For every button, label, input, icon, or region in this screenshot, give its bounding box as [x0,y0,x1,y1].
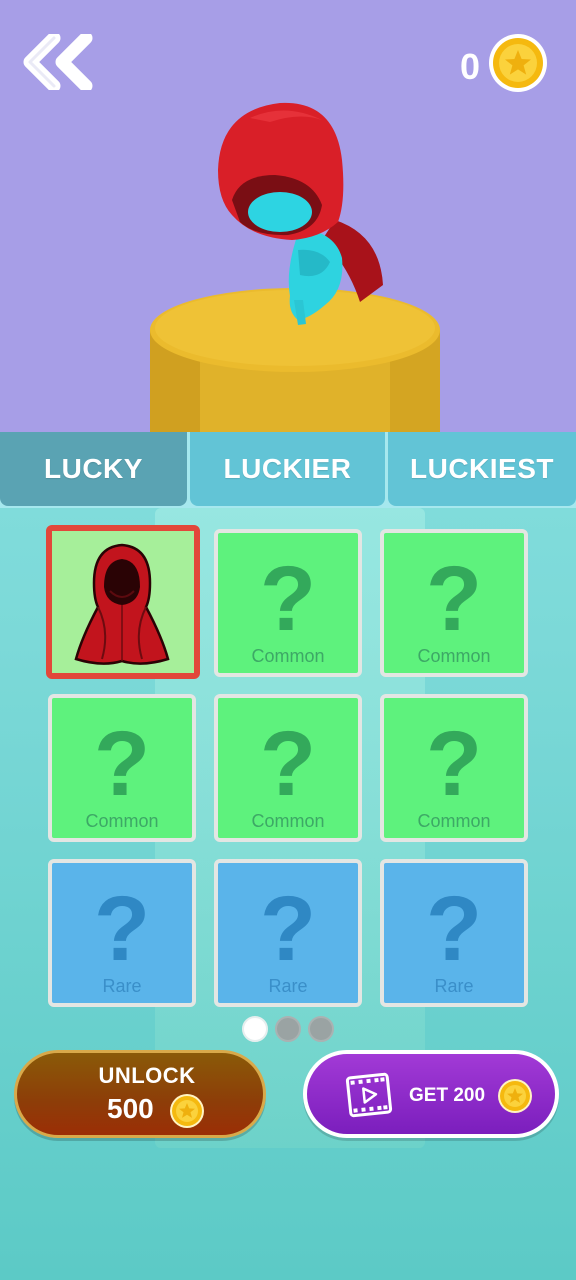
skin-card-rare[interactable]: ? Rare [48,859,196,1007]
rarity-label: Common [251,811,325,831]
double-chevron-left-icon [23,31,93,93]
rarity-label: Common [85,811,159,831]
watch-ad-button[interactable]: GET 200 [303,1050,559,1138]
tab-luckiest[interactable]: LUCKIEST [388,432,576,506]
page-dot-1[interactable] [242,1016,268,1042]
character-preview-stage: 0 [0,0,576,432]
rarity-label: Rare [434,976,474,996]
question-mark-icon: ? [425,713,483,815]
page-indicator [242,1016,334,1042]
rarity-label: Rare [102,976,142,996]
question-mark-icon: ? [259,548,317,650]
back-button[interactable] [22,31,98,93]
question-mark-icon: ? [425,878,483,980]
rarity-label: Rare [268,976,308,996]
unlock-label: UNLOCK [98,1063,196,1088]
skin-card-common[interactable]: ? Common [214,529,362,677]
skin-card-red-hood[interactable] [46,525,200,679]
question-mark-icon: ? [259,713,317,815]
page-dot-3[interactable] [308,1016,334,1042]
skin-card-rare[interactable]: ? Rare [380,859,528,1007]
skin-card-rare[interactable]: ? Rare [214,859,362,1007]
skin-card-common[interactable]: ? Common [380,529,528,677]
page-dot-2[interactable] [275,1016,301,1042]
question-mark-icon: ? [93,878,151,980]
ad-reward-label: GET 200 [409,1085,486,1106]
coin-balance: 0 [459,46,480,87]
skin-grid: ? Common ? Common ? Common ? Common ? Co… [46,525,528,1007]
coin-icon [170,1094,204,1128]
red-hood-cloak-icon [74,543,170,665]
rarity-label: Common [251,646,325,666]
unlock-price: 500 [107,1093,154,1124]
question-mark-icon: ? [259,878,317,980]
rarity-label: Common [417,811,491,831]
question-mark-icon: ? [425,548,483,650]
unlock-button[interactable]: UNLOCK 500 [14,1050,266,1138]
question-mark-icon: ? [93,713,151,815]
coin-icon [489,34,547,92]
tab-lucky[interactable]: LUCKY [0,432,187,506]
tab-luckier[interactable]: LUCKIER [190,432,385,506]
coin-icon [498,1079,532,1113]
skin-card-common[interactable]: ? Common [380,694,528,842]
rarity-label: Common [417,646,491,666]
skin-card-common[interactable]: ? Common [214,694,362,842]
film-play-icon [345,1072,393,1118]
tier-tabs: LUCKY LUCKIER LUCKIEST [0,432,576,508]
skin-card-common[interactable]: ? Common [48,694,196,842]
